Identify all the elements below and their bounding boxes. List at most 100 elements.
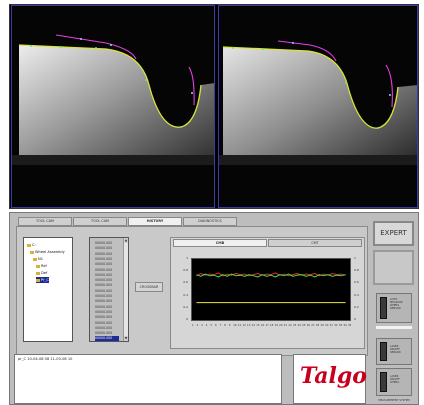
history-content: C: Wheel Assembly N1 Ref Def Pr_C ▲ ▼ 00000.0… [16,226,368,356]
tree-item[interactable]: Def [36,270,47,276]
x-tick-label: 1 [192,324,194,327]
x-tick-label: 26 [306,324,311,327]
side-indicator [380,342,387,361]
x-tick-label: 22 [288,324,292,327]
y-tick-label-left: 1 [186,256,188,260]
blank-button[interactable] [373,250,414,285]
side-indicator [380,372,387,392]
tree-item-label: Ref [41,264,47,268]
x-tick-label: 12 [242,324,246,327]
logo-box: Talgo [293,354,367,404]
file-tree[interactable]: C: Wheel Assembly N1 Ref Def Pr_C [23,237,73,342]
list-item[interactable]: 00000.000 [95,321,119,326]
tab-diagnostics[interactable]: DIAGNOSTICS [183,217,237,226]
list-item[interactable]: 00000.000 [95,331,119,336]
y-tick-label-right: 0.2 [354,304,359,309]
side-control-auto[interactable]: AUTO MEASURE WHEEL SENSOR [376,293,412,323]
y-tick-label-left: 0.4 [183,292,188,297]
list-item[interactable]: 00000.000 [95,305,119,310]
scroll-up-icon[interactable]: ▲ [124,238,128,243]
control-panel: TOOL CAM TOOL CAM HISTORY DIAGNOSTICS C:… [9,212,419,405]
crossbar-button[interactable]: CROSSBAR [135,282,163,292]
list-item[interactable]: 00000.000 [95,268,119,273]
list-item[interactable]: 00000.000 [95,294,119,299]
tree-item-label: Def [41,271,48,275]
x-tick-label: 9 [228,324,231,327]
x-tick-label: 8 [224,324,226,327]
list-item[interactable]: 00000.000 [95,289,119,294]
side-text: LASER ON/OFF SENSOR [390,345,401,354]
folder-icon [36,278,40,282]
folder-icon [30,250,34,254]
side-indicator [380,297,387,319]
x-tick-label: 2 [196,324,199,327]
tab-tool-cam-1[interactable]: TOOL CAM [18,217,72,226]
x-tick-label: 13 [247,324,251,327]
list-item[interactable]: 00000.000 [95,241,119,246]
side-control-laser-1[interactable]: LASER ON/OFF SENSOR [376,338,412,365]
camera-left-image [11,5,215,208]
x-tick-label: 33 [338,324,343,327]
y-tick-label-right: 0.8 [354,268,359,273]
graph-tab-cmt[interactable]: CMT [268,239,362,247]
x-tick-label: 18 [270,324,274,327]
x-tick-label: 4 [205,324,208,327]
list-item[interactable]: 00000.000 [95,310,119,315]
expert-button[interactable]: EXPERT [373,221,414,246]
values-list[interactable]: ▲ ▼ 00000.000 00000.000 00000.000 00000.000… [89,237,129,342]
list-item[interactable]: 00000.000 [95,299,119,304]
list-item[interactable]: 00000.000 [95,252,119,257]
side-control-laser-2[interactable]: LASER ON/OFF WHEEL [376,368,412,396]
x-tick-label: 3 [201,324,203,327]
tree-item-label: Wheel Assembly [35,250,65,254]
x-tick-label: 32 [334,324,338,327]
tree-item[interactable]: Wheel Assembly [30,249,65,255]
x-tick-label: 21 [283,324,288,327]
scroll-down-icon[interactable]: ▼ [124,336,128,341]
x-tick-label: 23 [292,324,297,327]
tab-history[interactable]: HISTORY [128,217,182,226]
x-tick-label: 10 [233,324,237,327]
x-tick-label: 27 [311,324,315,327]
list-item[interactable]: 00000.000 [95,336,119,341]
x-tick-label: 28 [315,324,320,327]
list-item[interactable]: 00000.000 [95,257,119,262]
list-item[interactable]: 00000.000 [95,273,119,278]
tree-item-label: Pr_C [41,278,49,282]
list-item[interactable]: 00000.000 [95,326,119,331]
folder-icon [33,257,37,261]
x-tick-label: 35 [348,324,352,327]
tree-item[interactable]: Ref [36,263,47,269]
tree-item[interactable]: N1 [33,256,43,262]
tab-tool-cam-2[interactable]: TOOL CAM [73,217,127,226]
x-tick-label: 24 [297,324,301,327]
graph-tab-cmb[interactable]: CMB [173,239,267,247]
x-tick-label: 6 [214,324,217,327]
history-graph[interactable] [191,258,351,321]
talgo-logo: Talgo [300,363,367,389]
x-tick-label: 30 [325,324,329,327]
camera-right-image [218,5,418,208]
list-item[interactable]: 00000.000 [95,262,119,267]
y-tick-label-right: 0 [354,317,356,321]
values-scrollbar[interactable]: ▲ ▼ [123,238,128,341]
folder-icon [36,264,40,268]
x-tick-label: 11 [237,324,242,327]
x-tick-label: 5 [210,324,212,327]
tree-item-label: C: [32,243,36,247]
list-item[interactable]: 00000.000 [95,283,119,288]
x-tick-label: 19 [274,324,278,327]
log-panel: pr_C 10-04-08 08 11-03-08 10 [14,354,282,404]
x-tick-label: 16 [260,324,265,327]
list-item[interactable]: 00000.000 [95,246,119,251]
x-tick-label: 25 [302,324,306,327]
tree-item[interactable]: Pr_C [36,277,49,283]
graph-panel: CMB CMT 1 0.8 0.6 0.4 0.2 0 1 0.8 0.6 0.4 0.2 0 123… [170,237,365,349]
y-tick-label-left: 0.6 [183,280,188,285]
folder-icon [27,243,31,247]
list-item[interactable]: 00000.000 [95,315,119,320]
tree-item[interactable]: C: [27,242,36,248]
x-tick-label: 34 [343,324,347,327]
list-item[interactable]: 00000.000 [95,278,119,283]
side-text: AUTO MEASURE WHEEL SENSOR [390,298,403,310]
